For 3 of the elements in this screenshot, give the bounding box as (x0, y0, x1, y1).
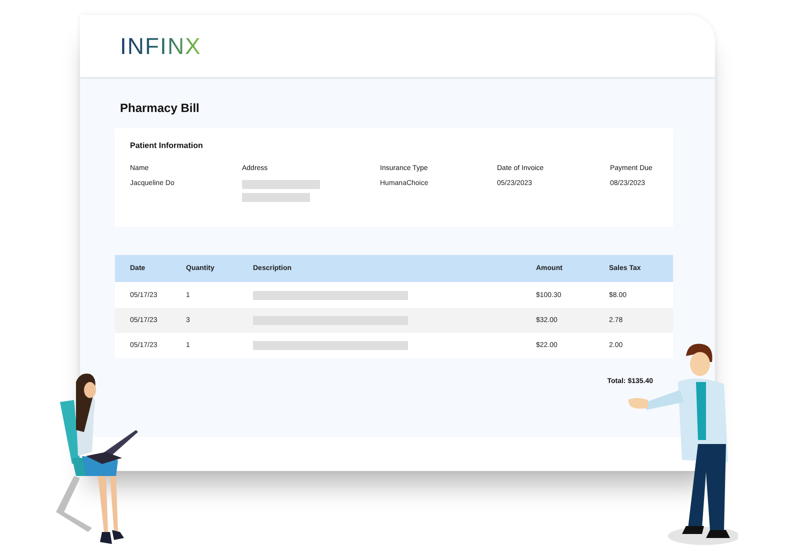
placeholder-bar (242, 193, 310, 202)
card-heading: Patient Information (130, 141, 204, 150)
page-title: Pharmacy Bill (120, 101, 200, 117)
